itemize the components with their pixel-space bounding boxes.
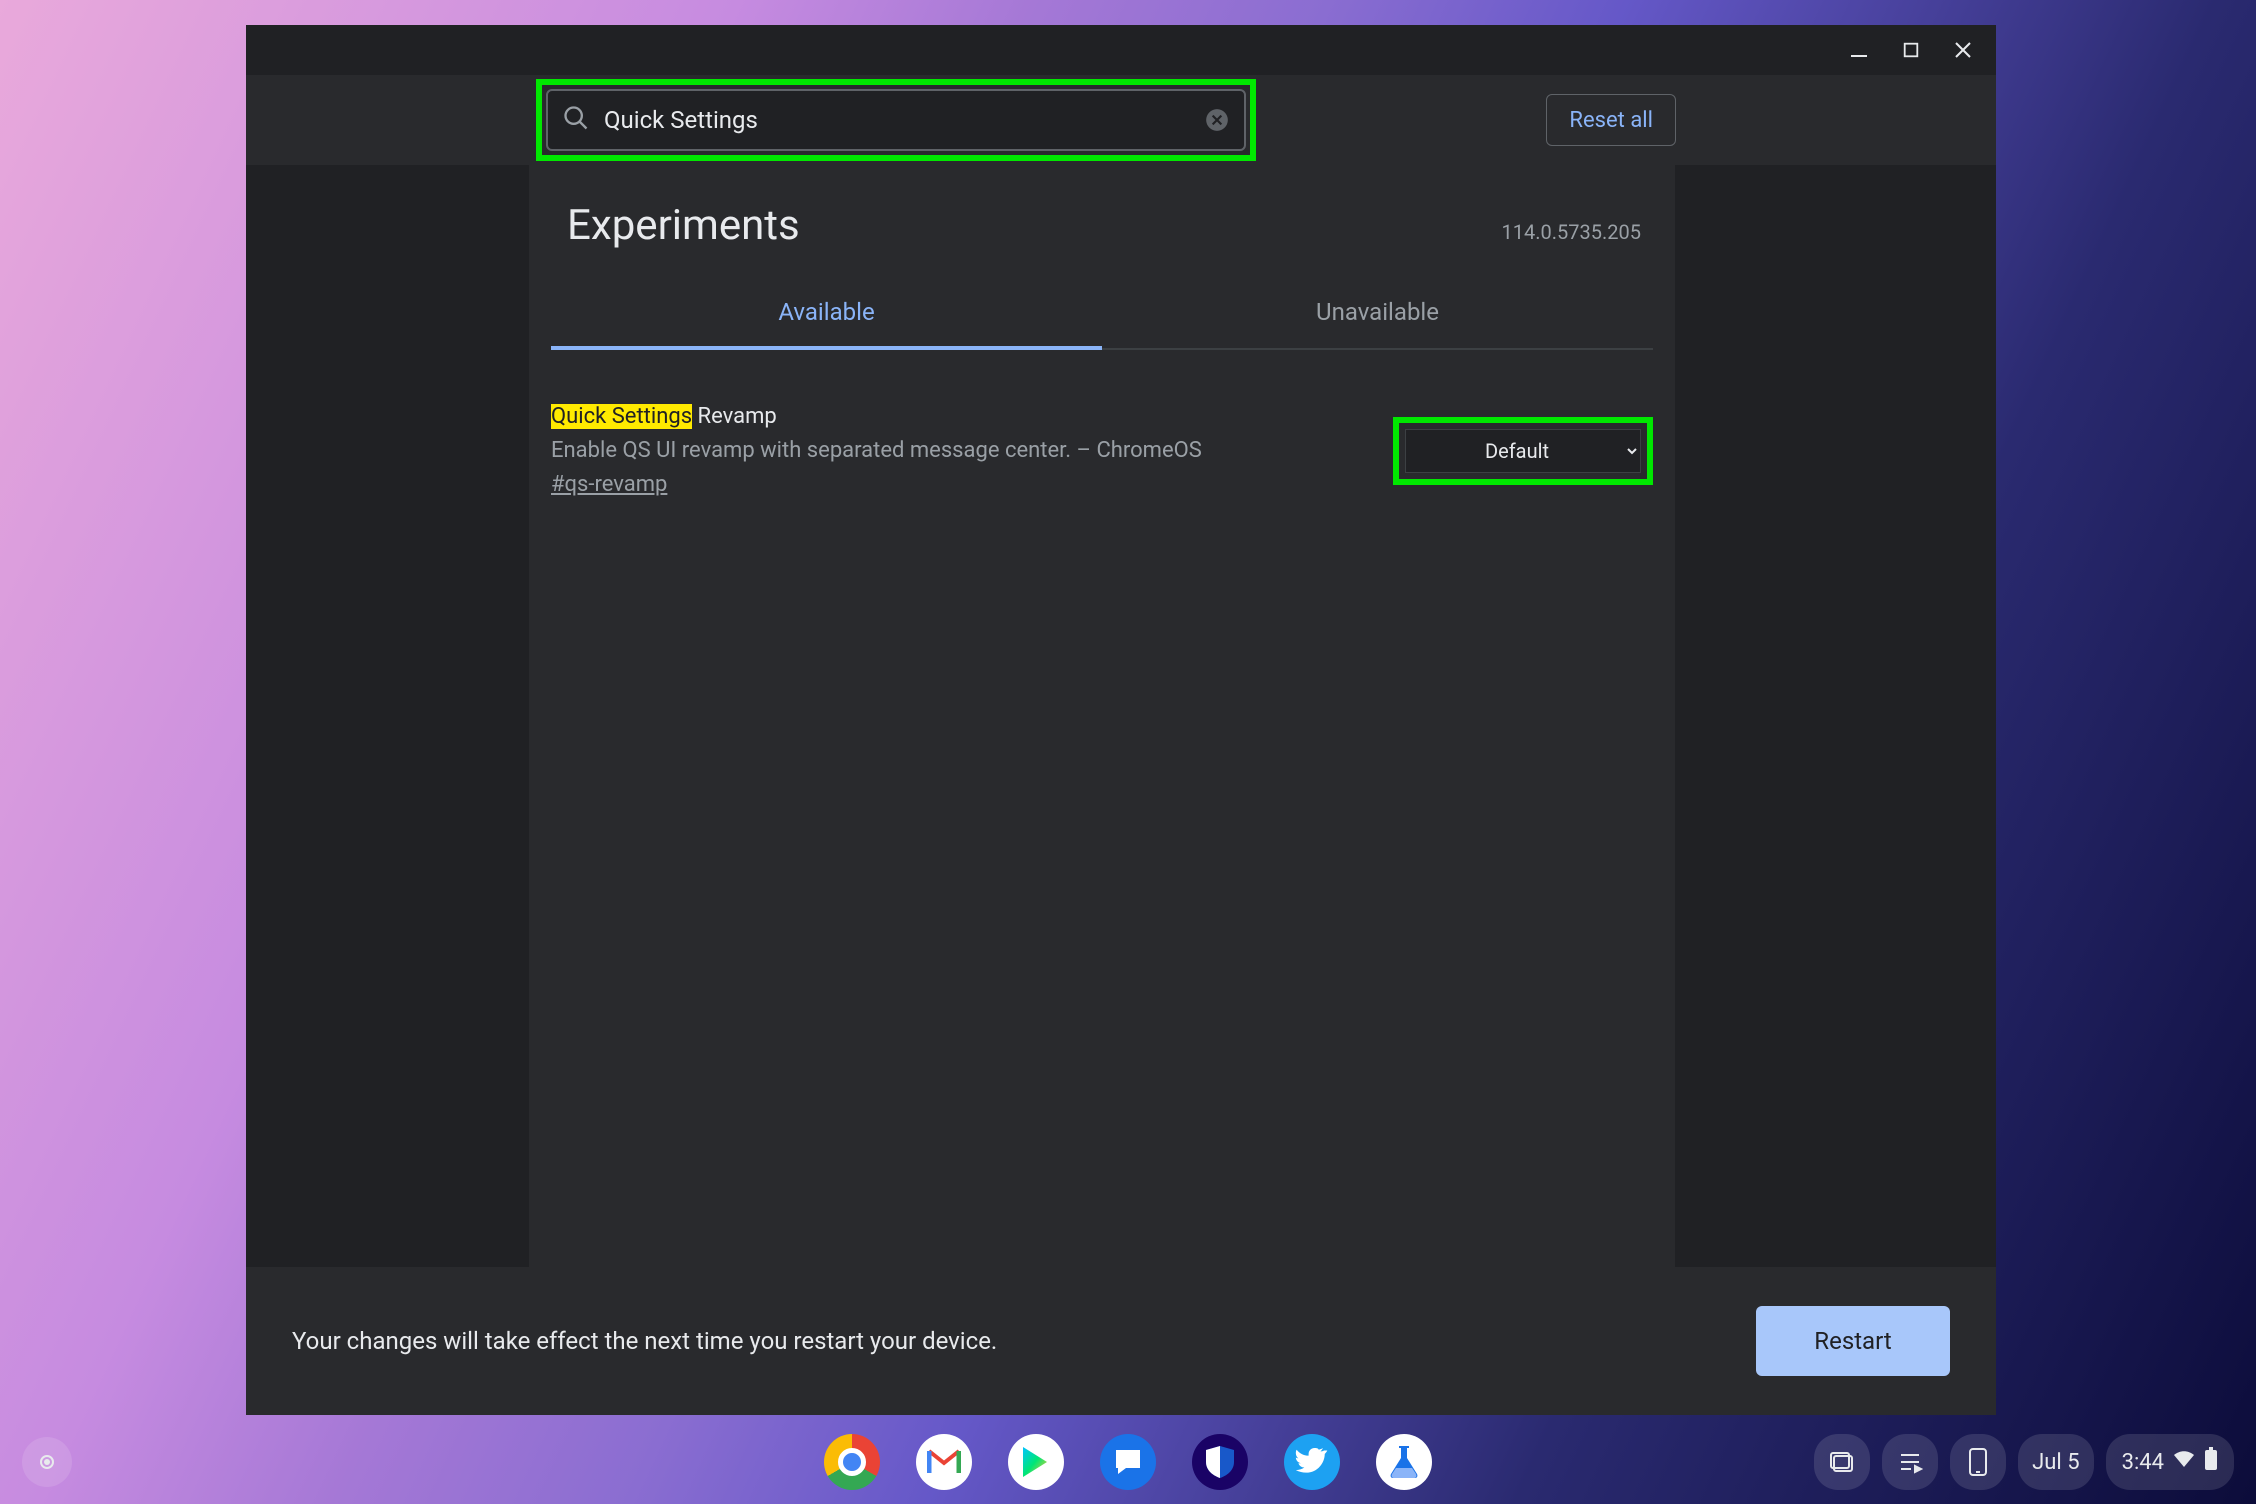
clear-search-icon[interactable] — [1204, 107, 1230, 133]
wifi-icon — [2172, 1449, 2196, 1475]
chrome-icon[interactable] — [824, 1434, 880, 1490]
flag-state-dropdown[interactable]: Default — [1405, 429, 1641, 473]
play-store-icon[interactable] — [1008, 1434, 1064, 1490]
launcher-button[interactable] — [22, 1437, 72, 1487]
footer-bar: Your changes will take effect the next t… — [246, 1267, 1996, 1415]
tab-available[interactable]: Available — [551, 274, 1102, 350]
flag-description: Enable QS UI revamp with separated messa… — [551, 434, 1393, 468]
date-pill[interactable]: Jul 5 — [2018, 1434, 2093, 1490]
battery-icon — [2204, 1447, 2218, 1477]
gmail-icon[interactable] — [916, 1434, 972, 1490]
status-tray[interactable]: 3:44 — [2106, 1434, 2234, 1490]
search-box[interactable] — [546, 89, 1246, 151]
search-input[interactable] — [590, 106, 1204, 134]
shelf: Jul 5 3:44 — [6, 1424, 2250, 1500]
main-area: Experiments 114.0.5735.205 Available Una… — [246, 165, 1996, 1267]
clock-text: 3:44 — [2122, 1450, 2164, 1475]
tabs: Available Unavailable — [551, 274, 1653, 350]
twitter-icon[interactable] — [1284, 1434, 1340, 1490]
app-window: Reset all Experiments 114.0.5735.205 Ava… — [246, 25, 1996, 1415]
experiments-app-icon[interactable] — [1376, 1434, 1432, 1490]
tab-unavailable[interactable]: Unavailable — [1102, 274, 1653, 348]
maximize-button[interactable] — [1898, 37, 1924, 63]
flag-anchor-link[interactable]: #qs-revamp — [551, 472, 667, 497]
annotation-highlight-search — [536, 79, 1256, 161]
search-highlight: Quick Settings — [551, 404, 692, 429]
flag-row: Quick Settings Revamp Enable QS UI revam… — [551, 350, 1653, 502]
content-panel: Experiments 114.0.5735.205 Available Una… — [529, 165, 1675, 1267]
toolbar: Reset all — [246, 75, 1996, 165]
version-label: 114.0.5735.205 — [1502, 220, 1653, 244]
shelf-apps — [824, 1434, 1432, 1490]
page-title: Experiments — [567, 201, 800, 250]
minimize-button[interactable] — [1846, 37, 1872, 63]
close-button[interactable] — [1950, 37, 1976, 63]
messages-icon[interactable] — [1100, 1434, 1156, 1490]
search-icon — [562, 104, 590, 136]
tote-tray-icon[interactable] — [1814, 1434, 1870, 1490]
status-area: Jul 5 3:44 — [1814, 1434, 2234, 1490]
dictation-tray-icon[interactable] — [1882, 1434, 1938, 1490]
bitwarden-icon[interactable] — [1192, 1434, 1248, 1490]
title-bar — [246, 25, 1996, 75]
reset-all-button[interactable]: Reset all — [1546, 94, 1676, 146]
annotation-highlight-dropdown: Default — [1393, 417, 1653, 485]
restart-button[interactable]: Restart — [1756, 1306, 1950, 1376]
footer-message: Your changes will take effect the next t… — [292, 1327, 997, 1355]
phone-hub-icon[interactable] — [1950, 1434, 2006, 1490]
flag-title: Quick Settings Revamp — [551, 400, 1393, 434]
